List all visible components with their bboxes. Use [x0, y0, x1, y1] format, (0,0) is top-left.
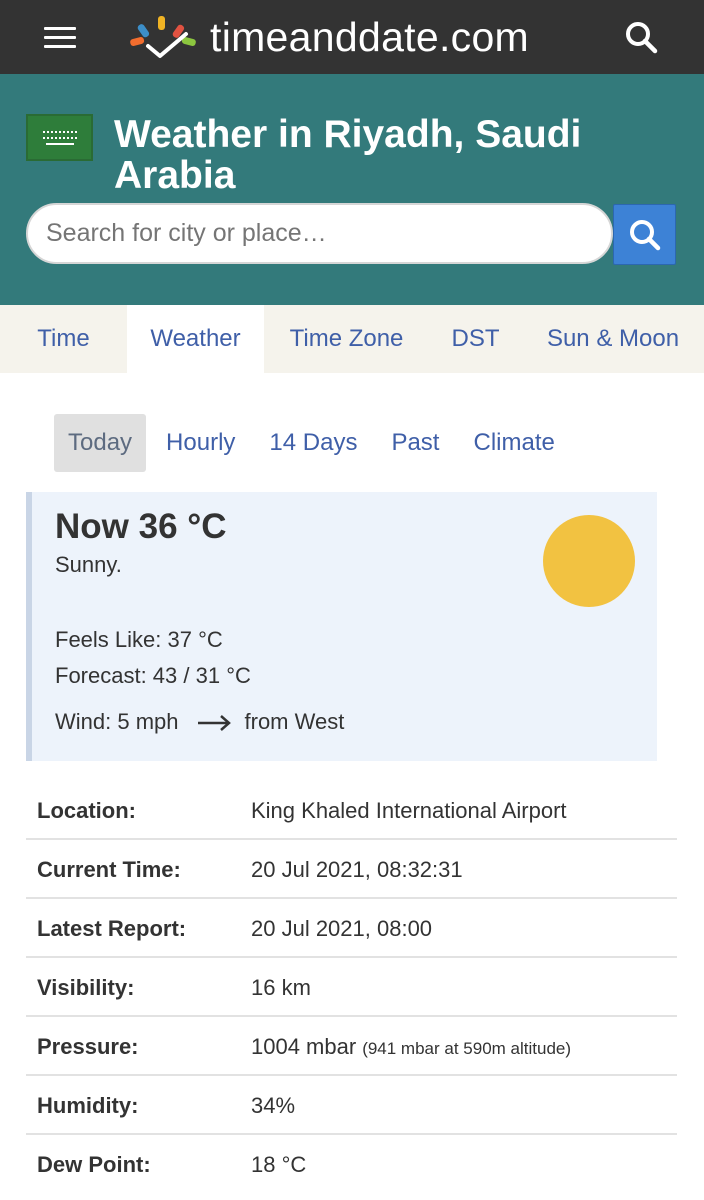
saudi-arabia-flag-icon [26, 114, 93, 161]
row-label: Current Time: [37, 857, 181, 882]
tab-time[interactable]: Time [0, 305, 127, 373]
subtab-today[interactable]: Today [54, 414, 147, 472]
row-value: 1004 mbar (941 mbar at 590m altitude) [251, 1017, 571, 1078]
wind-speed: Wind: 5 mph [55, 709, 179, 734]
table-row: Pressure: 1004 mbar (941 mbar at 590m alt… [26, 1017, 677, 1076]
arrow-right-icon [197, 715, 231, 732]
search-icon[interactable] [624, 20, 660, 56]
tab-sun-moon[interactable]: Sun & Moon [522, 305, 704, 373]
row-label: Location: [37, 798, 136, 823]
forecast: Forecast: 43 / 31 °C [55, 663, 251, 688]
subtab-14-days[interactable]: 14 Days [255, 414, 371, 472]
row-label: Latest Report: [37, 916, 187, 941]
row-value: 34% [251, 1093, 296, 1118]
table-row: Current Time: 20 Jul 2021, 08:32:31 [26, 840, 677, 899]
wind-direction: from West [244, 709, 345, 734]
table-row: Dew Point: 18 °C [26, 1135, 677, 1194]
main-tabs: Time Weather Time Zone DST Sun & Moon [0, 305, 704, 373]
weather-subtabs: Today Hourly 14 Days Past Climate [54, 414, 575, 472]
current-weather-card: Now 36 °C Sunny. Feels Like: 37 °C Forec… [26, 492, 657, 761]
row-label: Visibility: [37, 975, 135, 1000]
hero-banner: Weather in Riyadh, Saudi Arabia [0, 74, 704, 305]
search-button[interactable] [613, 204, 676, 265]
table-row: Latest Report: 20 Jul 2021, 08:00 [26, 899, 677, 958]
logo-mark-icon [130, 16, 196, 58]
wind-line: Wind: 5 mph from West [55, 709, 344, 735]
top-bar: timeanddate.com [0, 0, 704, 74]
pressure-altitude-note: (941 mbar at 590m altitude) [362, 1039, 572, 1058]
weather-details-table: Location: King Khaled International Airp… [26, 781, 677, 1194]
row-label: Dew Point: [37, 1152, 151, 1177]
row-label: Humidity: [37, 1093, 139, 1118]
row-value: 18 °C [251, 1152, 307, 1177]
row-value: 20 Jul 2021, 08:32:31 [251, 857, 463, 882]
pressure-value: 1004 mbar [251, 1034, 357, 1059]
tab-dst[interactable]: DST [429, 305, 522, 373]
subtab-hourly[interactable]: Hourly [152, 414, 249, 472]
feels-like: Feels Like: 37 °C [55, 627, 223, 652]
subtab-climate[interactable]: Climate [459, 414, 568, 472]
row-value: 20 Jul 2021, 08:00 [251, 916, 433, 941]
page-title: Weather in Riyadh, Saudi Arabia [114, 113, 582, 197]
current-temperature: Now 36 °C [55, 507, 227, 546]
table-row: Location: King Khaled International Airp… [26, 781, 677, 840]
subtab-past[interactable]: Past [377, 414, 453, 472]
site-logo[interactable]: timeanddate.com [126, 12, 529, 62]
weather-description: Sunny. [55, 552, 122, 577]
row-label: Pressure: [37, 1034, 139, 1059]
tab-weather[interactable]: Weather [127, 305, 264, 373]
tab-time-zone[interactable]: Time Zone [264, 305, 429, 373]
logo-text: timeanddate.com [210, 13, 530, 60]
row-value: King Khaled International Airport [251, 798, 567, 823]
sun-icon [543, 515, 635, 607]
row-value: 16 km [251, 975, 311, 1000]
search-icon [629, 219, 660, 250]
search-input[interactable] [26, 203, 613, 264]
table-row: Visibility: 16 km [26, 958, 677, 1017]
hamburger-menu-icon[interactable] [44, 27, 78, 49]
table-row: Humidity: 34% [26, 1076, 677, 1135]
